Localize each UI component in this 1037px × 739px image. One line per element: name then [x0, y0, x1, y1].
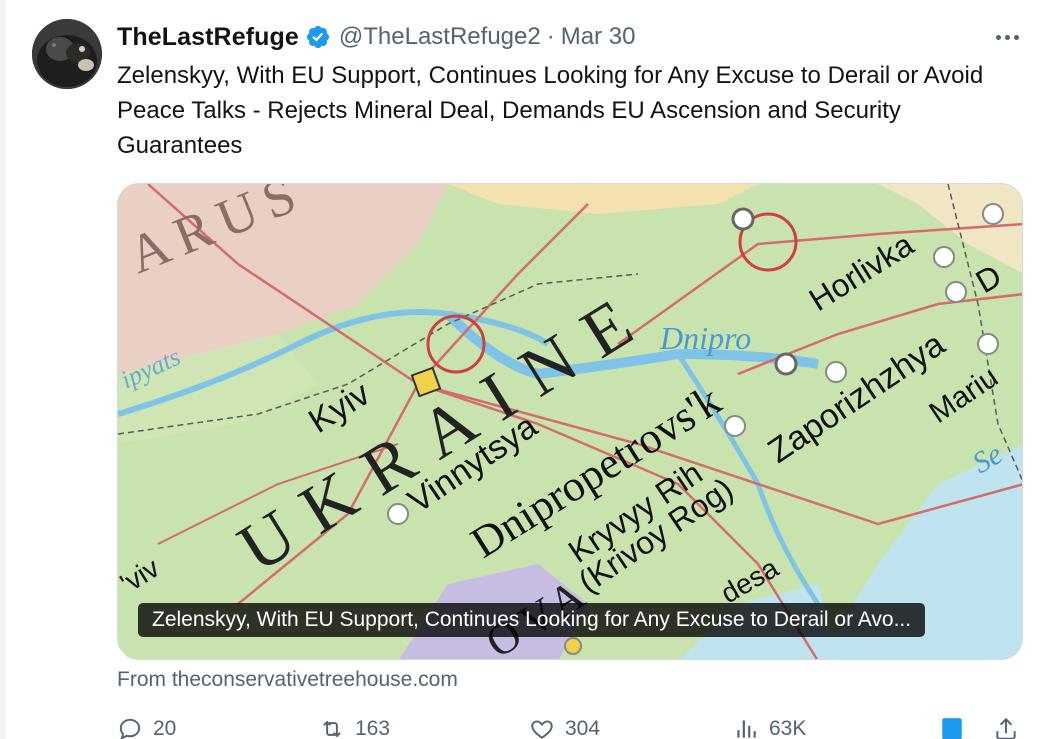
more-options-icon[interactable]: [990, 26, 1024, 48]
repost-icon: [323, 720, 341, 738]
share-button[interactable]: [993, 716, 1019, 739]
bookmark-button[interactable]: [939, 716, 965, 739]
reply-count: 20: [153, 717, 177, 739]
source-prefix: From: [117, 668, 172, 691]
timeline-border: [0, 0, 6, 739]
bookmark-icon: [942, 718, 962, 739]
separator-dot: ·: [546, 23, 555, 50]
avatar[interactable]: [32, 19, 102, 89]
avatar-image: [32, 19, 102, 89]
action-bar: 20 163 304 63K: [117, 716, 1027, 739]
map-label-dnipro: Dnipro: [659, 320, 751, 356]
heart-icon: [531, 720, 553, 739]
tweet-text: Zelenskyy, With EU Support, Continues Lo…: [117, 62, 984, 159]
repost-button[interactable]: 163: [319, 716, 390, 739]
like-button[interactable]: 304: [529, 716, 600, 739]
views-button[interactable]: 63K: [733, 716, 806, 739]
share-icon: [996, 717, 1016, 739]
tweet-header: TheLastRefuge @TheLastRefuge2 · Mar 30: [117, 20, 635, 54]
verified-badge-icon[interactable]: [305, 24, 331, 50]
views-icon: [737, 720, 756, 738]
card-source: From theconservativetreehouse.com: [117, 668, 458, 692]
user-handle[interactable]: @TheLastRefuge2: [339, 23, 541, 51]
source-domain-link[interactable]: theconservativetreehouse.com: [172, 668, 458, 691]
like-count: 304: [565, 717, 601, 739]
reply-icon: [119, 718, 141, 739]
tweet-date[interactable]: Mar 30: [561, 23, 636, 51]
card-caption: Zelenskyy, With EU Support, Continues Lo…: [138, 603, 926, 637]
repost-count: 163: [355, 717, 391, 739]
link-card[interactable]: ARUS ipyats UKRAINE Kyiv Vinnytsya Dnipr…: [117, 183, 1023, 660]
views-count: 63K: [769, 717, 807, 739]
reply-button[interactable]: 20: [117, 716, 176, 739]
map-image: ARUS ipyats UKRAINE Kyiv Vinnytsya Dnipr…: [118, 184, 1022, 659]
display-name[interactable]: TheLastRefuge: [117, 23, 299, 52]
